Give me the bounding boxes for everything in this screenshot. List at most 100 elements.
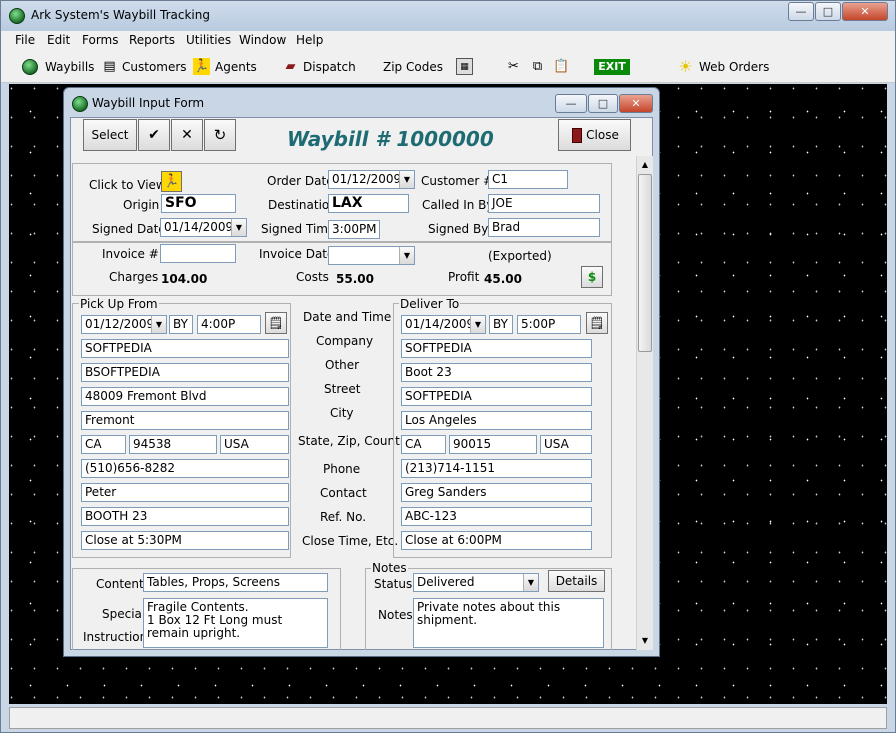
called-in-by-field[interactable]: JOE xyxy=(488,194,600,213)
menu-forms[interactable]: Forms xyxy=(82,33,118,47)
menu-file[interactable]: File xyxy=(15,33,35,47)
toolbar-web-orders[interactable]: Web Orders xyxy=(699,60,769,74)
contents-label: Contents xyxy=(96,577,150,591)
deliver-notebook-icon[interactable]: 🗒 xyxy=(586,312,608,334)
calculator-icon[interactable]: ▦ xyxy=(456,58,473,75)
window-minimize-button[interactable]: — xyxy=(555,94,587,113)
window-maximize-button[interactable]: □ xyxy=(588,94,618,113)
exported-label: (Exported) xyxy=(488,249,552,263)
invoice-date-label: Invoice Date xyxy=(259,247,335,261)
deliver-close-time-field[interactable]: Close at 6:00PM xyxy=(401,531,592,550)
close-button[interactable]: ✕ xyxy=(842,2,888,21)
details-button[interactable]: Details xyxy=(548,570,605,592)
pickup-close-time-field[interactable]: Close at 5:30PM xyxy=(81,531,289,550)
cancel-button[interactable]: ✕ xyxy=(171,119,203,151)
label-contact: Contact xyxy=(320,486,367,500)
signed-date-label: Signed Date xyxy=(92,222,166,236)
window-close-button[interactable]: ✕ xyxy=(619,94,653,113)
notes-field[interactable]: Private notes about this shipment. xyxy=(413,598,604,648)
deliver-time-field[interactable]: 5:00P xyxy=(517,315,581,334)
deliver-by-field[interactable]: BY xyxy=(489,315,513,334)
invoice-field[interactable] xyxy=(160,244,236,263)
signed-date-combo[interactable]: 01/14/2009 ▼ xyxy=(160,218,247,237)
cut-icon[interactable]: ✂ xyxy=(505,58,522,75)
pickup-zip-field[interactable]: 94538 xyxy=(129,435,217,454)
vertical-scrollbar[interactable]: ▲ ▼ xyxy=(636,156,653,650)
deliver-company-field[interactable]: SOFTPEDIA xyxy=(401,339,592,358)
deliver-zip-field[interactable]: 90015 xyxy=(449,435,537,454)
pickup-contact-field[interactable]: Peter xyxy=(81,483,289,502)
minimize-button[interactable]: — xyxy=(788,2,814,21)
pickup-city-field[interactable]: Fremont xyxy=(81,411,289,430)
order-date-combo[interactable]: 01/12/2009 ▼ xyxy=(328,170,415,189)
accept-button[interactable]: ✔ xyxy=(138,119,170,151)
chevron-down-icon: ▼ xyxy=(399,171,414,188)
notes-group-title: Notes xyxy=(371,561,408,575)
paste-icon[interactable]: 📋 xyxy=(553,58,570,75)
menu-help[interactable]: Help xyxy=(296,33,323,47)
toolbar-dispatch[interactable]: Dispatch xyxy=(303,60,356,74)
destination-field[interactable]: LAX xyxy=(328,194,409,213)
special-instructions-field[interactable]: Fragile Contents. 1 Box 12 Ft Long must … xyxy=(143,598,328,648)
menu-utilities[interactable]: Utilities xyxy=(186,33,231,47)
pickup-street-field[interactable]: 48009 Fremont Blvd xyxy=(81,387,289,406)
pickup-by-field[interactable]: BY xyxy=(169,315,193,334)
contents-field[interactable]: Tables, Props, Screens xyxy=(143,573,328,592)
status-value: Delivered xyxy=(417,575,475,589)
pickup-phone-field[interactable]: (510)656-8282 xyxy=(81,459,289,478)
deliver-date-combo[interactable]: 01/14/2009 ▼ xyxy=(401,315,486,334)
refresh-button[interactable]: ↻ xyxy=(204,119,236,151)
label-city: City xyxy=(330,406,354,420)
menu-reports[interactable]: Reports xyxy=(129,33,175,47)
toolbar-waybills[interactable]: Waybills xyxy=(45,60,94,74)
deliver-state-field[interactable]: CA xyxy=(401,435,446,454)
select-button[interactable]: Select xyxy=(83,119,137,151)
pickup-other-field[interactable]: BSOFTPEDIA xyxy=(81,363,289,382)
origin-field[interactable]: SFO xyxy=(161,194,236,213)
invoice-date-combo[interactable]: ▼ xyxy=(328,246,415,265)
pickup-country-field[interactable]: USA xyxy=(220,435,289,454)
toolbar-customers[interactable]: Customers xyxy=(122,60,187,74)
deliver-other-field[interactable]: Boot 23 xyxy=(401,363,592,382)
pickup-company-field[interactable]: SOFTPEDIA xyxy=(81,339,289,358)
deliver-contact-field[interactable]: Greg Sanders xyxy=(401,483,592,502)
pickup-state-field[interactable]: CA xyxy=(81,435,126,454)
scroll-thumb[interactable] xyxy=(638,174,652,352)
toolbar-zip-codes[interactable]: Zip Codes xyxy=(383,60,443,74)
view-agent-runner-icon[interactable]: 🏃 xyxy=(161,171,182,192)
title-bar[interactable]: Ark System's Waybill Tracking — □ ✕ xyxy=(1,1,895,31)
pickup-time-field[interactable]: 4:00P xyxy=(197,315,261,334)
label-company: Company xyxy=(316,334,374,348)
waybill-input-window: Waybill Input Form — □ ✕ Select ✔ ✕ ↻ Wa… xyxy=(63,87,660,657)
pickup-date-combo[interactable]: 01/12/2009 ▼ xyxy=(81,315,167,334)
deliver-phone-field[interactable]: (213)714-1151 xyxy=(401,459,592,478)
maximize-button[interactable]: □ xyxy=(815,2,841,21)
scroll-down-icon[interactable]: ▼ xyxy=(638,633,652,648)
close-form-label: Close xyxy=(586,128,619,142)
scroll-up-icon[interactable]: ▲ xyxy=(638,157,652,172)
exit-button[interactable]: EXIT xyxy=(594,59,630,75)
signed-time-field[interactable]: 3:00PM xyxy=(328,220,380,239)
deliver-ref-field[interactable]: ABC-123 xyxy=(401,507,592,526)
window-globe-icon xyxy=(72,96,88,112)
costs-value: 55.00 xyxy=(336,272,374,286)
customer-field[interactable]: C1 xyxy=(488,170,568,189)
signed-by-field[interactable]: Brad xyxy=(488,218,600,237)
copy-icon[interactable]: ⧉ xyxy=(529,58,546,75)
invoice-label: Invoice # xyxy=(102,247,159,261)
pickup-date-value: 01/12/2009 xyxy=(85,317,155,331)
waybills-globe-icon xyxy=(22,59,38,75)
close-form-button[interactable]: Close xyxy=(558,119,631,151)
deliver-street-field[interactable]: SOFTPEDIA xyxy=(401,387,592,406)
profit-value: 45.00 xyxy=(484,272,522,286)
deliver-country-field[interactable]: USA xyxy=(540,435,592,454)
status-label: Status xyxy=(374,577,413,591)
dollar-button[interactable]: $ xyxy=(581,266,603,288)
status-combo[interactable]: Delivered ▼ xyxy=(413,573,539,592)
menu-window[interactable]: Window xyxy=(239,33,286,47)
toolbar-agents[interactable]: Agents xyxy=(215,60,257,74)
menu-edit[interactable]: Edit xyxy=(47,33,70,47)
pickup-ref-field[interactable]: BOOTH 23 xyxy=(81,507,289,526)
pickup-notebook-icon[interactable]: 🗒 xyxy=(265,312,287,334)
deliver-city-field[interactable]: Los Angeles xyxy=(401,411,592,430)
